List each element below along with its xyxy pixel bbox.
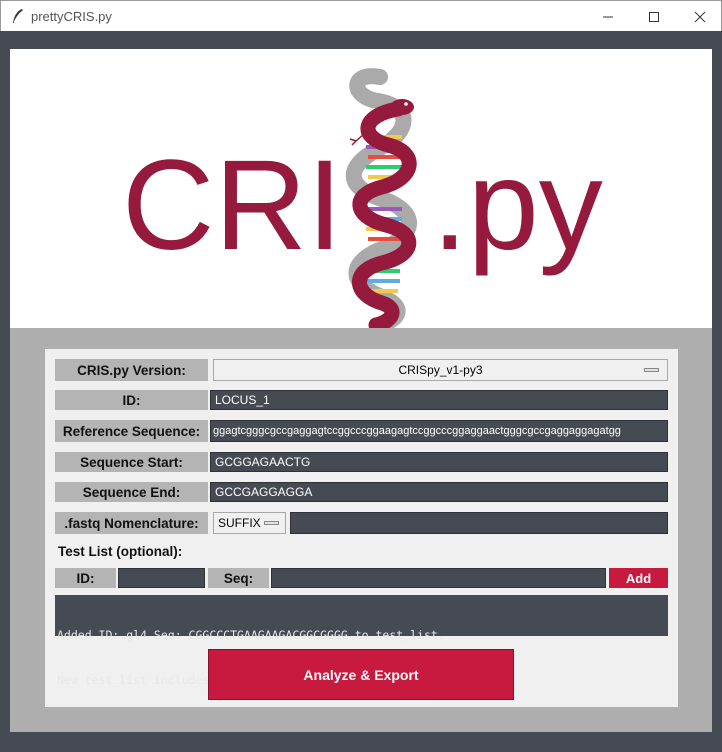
- feather-icon: [13, 9, 23, 23]
- window-title: prettyCRIS.py: [31, 9, 112, 24]
- fastq-option-value: SUFFIX: [218, 516, 261, 530]
- version-dropdown[interactable]: CRISpy_v1-py3: [213, 359, 668, 381]
- fastq-nomenclature-input[interactable]: [290, 512, 668, 534]
- logo-text-right: .py: [432, 134, 603, 277]
- analyze-export-button[interactable]: Analyze & Export: [208, 649, 514, 700]
- sequence-start-label: Sequence Start:: [55, 452, 208, 472]
- test-id-input[interactable]: [118, 568, 205, 588]
- test-seq-label: Seq:: [208, 568, 269, 588]
- minimize-button[interactable]: [585, 1, 631, 32]
- id-label: ID:: [55, 390, 208, 410]
- test-list-title: Test List (optional):: [58, 544, 183, 559]
- maximize-icon: [649, 11, 659, 22]
- window-titlebar: prettyCRIS.py: [0, 0, 722, 31]
- dna-snake-logo-icon: [345, 68, 417, 333]
- sequence-end-input[interactable]: GCCGAGGAGGA: [210, 482, 668, 502]
- crispy-logo: CRI .py: [122, 68, 603, 333]
- fastq-option-dropdown[interactable]: SUFFIX: [213, 512, 286, 534]
- test-id-label: ID:: [55, 568, 116, 588]
- add-test-button[interactable]: Add: [609, 568, 668, 588]
- version-dropdown-value: CRISpy_v1-py3: [398, 363, 483, 377]
- dropdown-indicator-icon: [264, 521, 279, 525]
- log-line: Added ID: gl4 Seq: CGGCCCTGAAGAAGACGGCGG…: [57, 628, 445, 642]
- test-seq-input[interactable]: [271, 568, 606, 588]
- logo-banner: CRI .py: [10, 49, 712, 333]
- sequence-end-label: Sequence End:: [55, 482, 208, 502]
- maximize-button[interactable]: [631, 1, 677, 32]
- output-log: Added ID: gl4 Seq: CGGCCCTGAAGAAGACGGCGG…: [55, 595, 668, 687]
- app-frame: CRI .py CRIS.py Version: CRISpy_v1-py3 I…: [0, 31, 722, 752]
- reference-sequence-label: Reference Sequence:: [55, 420, 208, 442]
- settings-panel: CRIS.py Version: CRISpy_v1-py3 ID: LOCUS…: [45, 349, 678, 707]
- id-input[interactable]: LOCUS_1: [210, 390, 668, 410]
- sequence-start-input[interactable]: GCGGAGAACTG: [210, 452, 668, 472]
- reference-sequence-input[interactable]: ggagtcgggcgccgaggagtccggcccggaagagtccggc…: [210, 420, 668, 442]
- close-button[interactable]: [677, 1, 722, 32]
- logo-text-left: CRI: [122, 134, 342, 277]
- minimize-icon: [603, 16, 613, 17]
- close-icon: [694, 11, 706, 22]
- version-label: CRIS.py Version:: [55, 359, 208, 381]
- fastq-nomenclature-label: .fastq Nomenclature:: [55, 512, 208, 534]
- dropdown-indicator-icon: [644, 368, 659, 372]
